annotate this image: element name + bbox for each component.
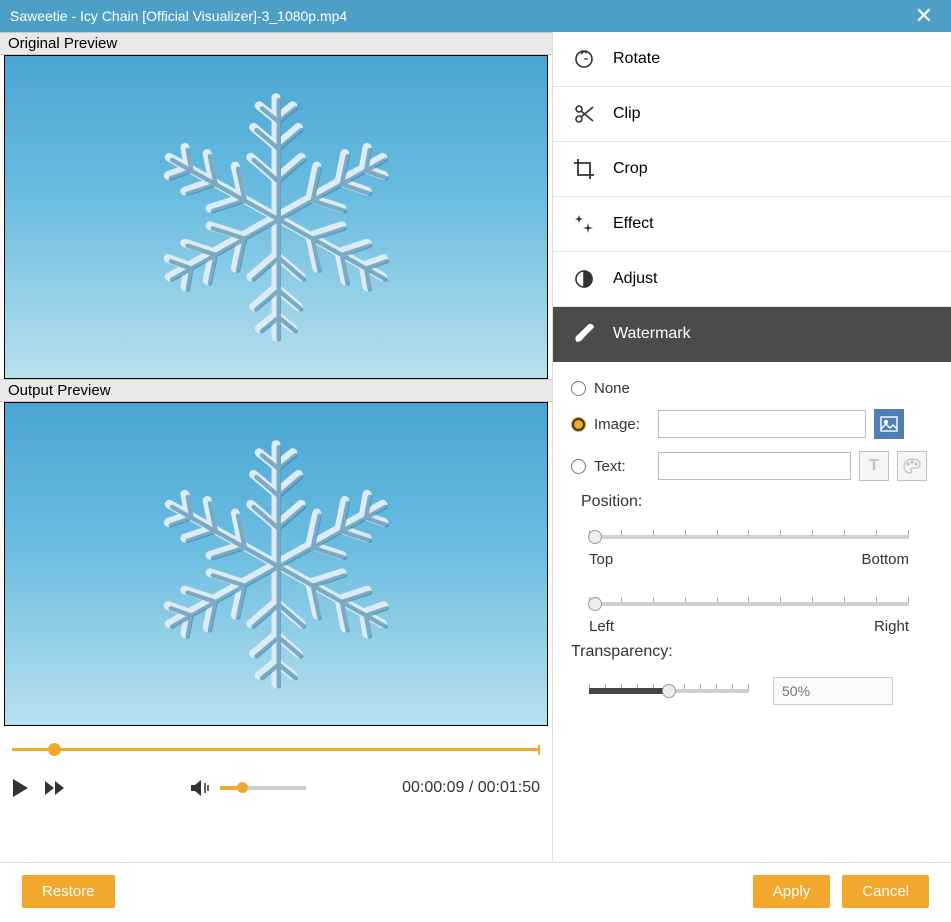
watermark-text-radio[interactable] [571,459,586,474]
output-preview-label: Output Preview [0,379,552,402]
pos-right-label: Right [874,618,909,635]
pos-top-label: Top [589,551,613,568]
tool-clip[interactable]: Clip [553,87,951,142]
apply-button[interactable]: Apply [753,875,831,908]
transparency-slider[interactable] [589,681,749,701]
slider-thumb[interactable] [588,597,602,611]
position-horizontal-slider[interactable] [589,594,909,614]
tool-label: Watermark [613,325,691,343]
timeline-thumb[interactable] [48,743,61,756]
brush-icon [573,323,595,345]
tool-crop[interactable]: Crop [553,142,951,197]
slider-thumb[interactable] [662,684,676,698]
slider-thumb[interactable] [588,530,602,544]
watermark-panel: None Image: Text: T [553,362,951,715]
position-label: Position: [581,493,927,511]
watermark-text-input[interactable] [658,452,851,480]
volume-icon[interactable] [190,779,212,797]
playback-controls: 00:00:09 / 00:01:50 [0,726,552,808]
contrast-icon [573,268,595,290]
image-icon [880,416,898,432]
crop-icon [573,158,595,180]
pos-bottom-label: Bottom [861,551,909,568]
tool-watermark[interactable]: Watermark [553,307,951,362]
snowflake-icon [136,418,416,709]
play-icon[interactable] [12,778,30,798]
color-picker-button[interactable] [897,451,927,481]
watermark-image-label: Image: [594,416,650,433]
footer: Restore Apply Cancel [0,862,951,920]
tool-panel: Rotate Clip Crop Effect Adjust Watermark… [552,32,951,862]
time-display: 00:00:09 / 00:01:50 [402,779,540,797]
tool-label: Rotate [613,50,660,68]
titlebar: Saweetie - Icy Chain [Official Visualize… [0,0,951,32]
output-preview [4,402,548,726]
pos-left-label: Left [589,618,614,635]
volume-control [190,779,306,797]
watermark-none-label: None [594,380,650,397]
tool-adjust[interactable]: Adjust [553,252,951,307]
rotate-icon [573,48,595,70]
restore-button[interactable]: Restore [22,875,115,908]
tool-label: Adjust [613,270,657,288]
volume-thumb[interactable] [237,782,248,793]
tool-label: Effect [613,215,654,233]
position-vertical-slider[interactable] [589,527,909,547]
original-preview [4,55,548,379]
snowflake-icon [136,71,416,362]
volume-slider[interactable] [220,786,306,790]
text-icon: T [869,457,879,475]
watermark-text-label: Text: [594,458,650,475]
transparency-label: Transparency: [571,643,927,661]
scissors-icon [573,103,595,125]
preview-column: Original Preview [0,32,552,862]
cancel-button[interactable]: Cancel [842,875,929,908]
transparency-input[interactable] [773,677,893,705]
sparkle-icon [573,213,595,235]
tool-rotate[interactable]: Rotate [553,32,951,87]
watermark-none-radio[interactable] [571,381,586,396]
fast-forward-icon[interactable] [44,780,66,796]
close-icon[interactable]: ✕ [907,3,941,29]
tool-label: Crop [613,160,648,178]
watermark-image-radio[interactable] [571,417,586,432]
tool-effect[interactable]: Effect [553,197,951,252]
palette-icon [903,458,921,474]
timeline-slider[interactable] [12,740,540,760]
window-title: Saweetie - Icy Chain [Official Visualize… [10,8,907,24]
text-style-button[interactable]: T [859,451,889,481]
tool-label: Clip [613,105,641,123]
original-preview-label: Original Preview [0,32,552,55]
browse-image-button[interactable] [874,409,904,439]
watermark-image-input[interactable] [658,410,866,438]
